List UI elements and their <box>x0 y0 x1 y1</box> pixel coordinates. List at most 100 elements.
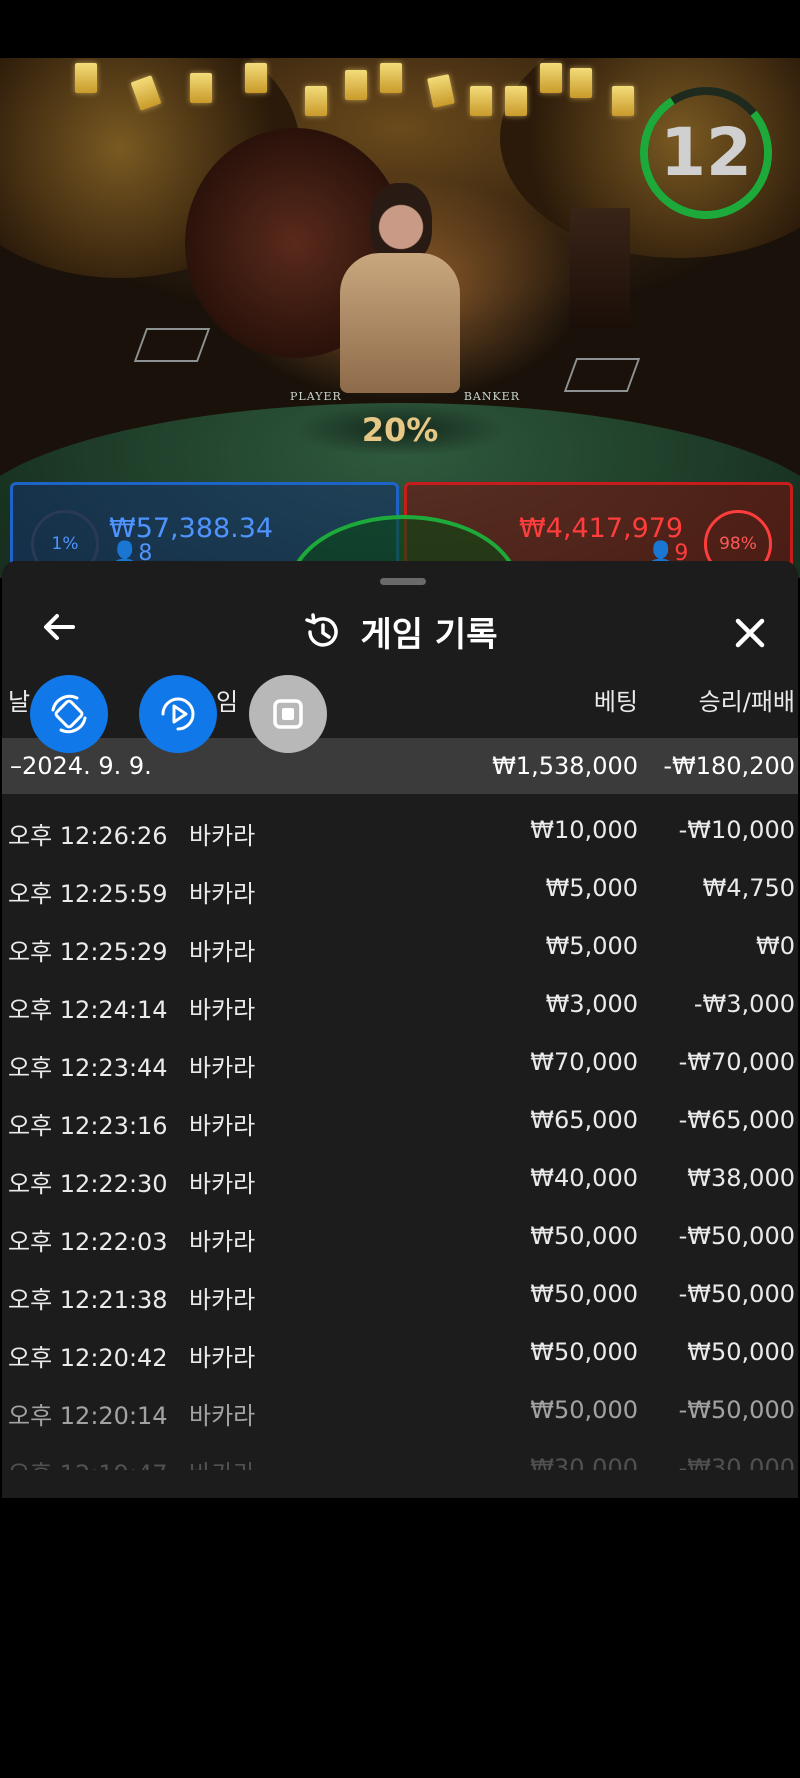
gold-card-decoration <box>380 63 402 93</box>
column-date[interactable]: 날 <box>8 682 30 717</box>
history-row[interactable]: 오후 12:25:29 바카라 ₩5,000 ₩0 <box>2 924 798 974</box>
gold-card-decoration <box>470 86 492 116</box>
row-time: 오후 12:19:47 <box>8 1454 168 1470</box>
banker-total-amount: ₩4,417,979 <box>519 513 684 544</box>
date-group-bet: ₩1,538,000 <box>492 752 638 780</box>
row-bet: ₩5,000 <box>545 874 638 902</box>
percent-banner: 20% <box>300 405 500 455</box>
row-bet: ₩50,000 <box>530 1338 638 1366</box>
row-bet: ₩50,000 <box>530 1222 638 1250</box>
row-time: 오후 12:20:14 <box>8 1402 168 1430</box>
gold-card-decoration <box>245 63 267 93</box>
row-time: 오후 12:20:42 <box>8 1344 168 1372</box>
table-labels: PLAYER BANKER <box>290 390 520 403</box>
row-time: 오후 12:26:26 <box>8 822 168 850</box>
date-group-winloss: -₩180,200 <box>663 752 795 780</box>
dealer-head <box>370 183 432 263</box>
row-game: 바카라 <box>189 1228 256 1256</box>
row-winloss: -₩10,000 <box>678 816 795 844</box>
row-bet: ₩40,000 <box>530 1164 638 1192</box>
sheet-drag-handle[interactable] <box>380 578 426 585</box>
row-bet: ₩50,000 <box>530 1396 638 1424</box>
row-winloss: -₩70,000 <box>678 1048 795 1076</box>
history-row[interactable]: 오후 12:23:16 바카라 ₩65,000 -₩65,000 <box>2 1098 798 1148</box>
history-row[interactable]: 오후 12:20:42 바카라 ₩50,000 ₩50,000 <box>2 1330 798 1380</box>
history-row[interactable]: 오후 12:24:14 바카라 ₩3,000 -₩3,000 <box>2 982 798 1032</box>
row-game: 바카라 <box>189 1286 256 1314</box>
row-winloss: -₩30,000 <box>678 1454 795 1470</box>
row-bet: ₩70,000 <box>530 1048 638 1076</box>
row-winloss: ₩38,000 <box>687 1164 795 1192</box>
gold-card-decoration <box>570 68 592 98</box>
dealer-body <box>340 253 460 393</box>
history-row[interactable]: 오후 12:25:59 바카라 ₩5,000 ₩4,750 <box>2 866 798 916</box>
game-history-sheet: 게임 기록 날 임 베팅 승리/패배 –2024. 9. 9. ₩1,538,0… <box>2 561 798 1498</box>
card-shoe-left <box>133 328 211 362</box>
player-total-amount: ₩57,388.34 <box>109 513 274 544</box>
row-time: 오후 12:22:30 <box>8 1170 168 1198</box>
date-group-row[interactable]: –2024. 9. 9. ₩1,538,000 -₩180,200 <box>2 738 798 794</box>
row-time: 오후 12:24:14 <box>8 996 168 1024</box>
row-time: 오후 12:23:44 <box>8 1054 168 1082</box>
history-row[interactable]: 오후 12:26:26 바카라 ₩10,000 -₩10,000 <box>2 808 798 858</box>
history-row[interactable]: 오후 12:21:38 바카라 ₩50,000 -₩50,000 <box>2 1272 798 1322</box>
column-game[interactable]: 임 <box>216 682 238 717</box>
row-time: 오후 12:25:29 <box>8 938 168 966</box>
row-winloss: -₩3,000 <box>693 990 795 1018</box>
row-winloss: -₩50,000 <box>678 1396 795 1424</box>
screen-record-icon <box>161 697 195 731</box>
row-time: 오후 12:23:16 <box>8 1112 168 1140</box>
sheet-title: 게임 기록 <box>360 615 498 655</box>
row-winloss: ₩50,000 <box>687 1338 795 1366</box>
history-row[interactable]: 오후 12:20:14 바카라 ₩50,000 -₩50,000 <box>2 1388 798 1438</box>
column-bet[interactable]: 베팅 <box>594 682 638 717</box>
row-bet: ₩5,000 <box>545 932 638 960</box>
column-winloss[interactable]: 승리/패배 <box>699 682 795 717</box>
row-time: 오후 12:25:59 <box>8 880 168 908</box>
screen-record-button[interactable] <box>139 675 217 753</box>
gold-card-decoration <box>505 86 527 116</box>
table-label-player: PLAYER <box>290 390 342 403</box>
row-game: 바카라 <box>189 996 256 1024</box>
row-bet: ₩65,000 <box>530 1106 638 1134</box>
history-row[interactable]: 오후 12:23:44 바카라 ₩70,000 -₩70,000 <box>2 1040 798 1090</box>
history-row[interactable]: 오후 12:19:47 바카라 ₩30,000 -₩30,000 <box>2 1446 798 1470</box>
gold-card-decoration <box>612 86 634 116</box>
row-time: 오후 12:21:38 <box>8 1286 168 1314</box>
row-winloss: ₩4,750 <box>702 874 795 902</box>
row-winloss: -₩50,000 <box>678 1280 795 1308</box>
gold-card-decoration <box>345 70 367 100</box>
close-icon[interactable] <box>722 605 778 661</box>
gold-card-decoration <box>305 86 327 116</box>
stop-record-button[interactable] <box>249 675 327 753</box>
table-header: 날 임 베팅 승리/패배 <box>2 674 798 720</box>
rotate-screen-icon <box>51 694 87 734</box>
row-winloss: ₩0 <box>756 932 795 960</box>
row-winloss: -₩50,000 <box>678 1222 795 1250</box>
row-game: 바카라 <box>189 880 256 908</box>
row-time: 오후 12:22:03 <box>8 1228 168 1256</box>
history-icon <box>304 612 338 647</box>
row-bet: ₩30,000 <box>530 1454 638 1470</box>
x-icon <box>735 618 765 648</box>
history-row[interactable]: 오후 12:22:30 바카라 ₩40,000 ₩38,000 <box>2 1156 798 1206</box>
rotate-screen-button[interactable] <box>30 675 108 753</box>
pagoda-background <box>570 208 630 328</box>
row-game: 바카라 <box>189 1344 256 1372</box>
row-bet: ₩3,000 <box>545 990 638 1018</box>
gold-card-decoration <box>75 63 97 93</box>
row-game: 바카라 <box>189 1054 256 1082</box>
row-game: 바카라 <box>189 1112 256 1140</box>
history-row[interactable]: 오후 12:22:03 바카라 ₩50,000 -₩50,000 <box>2 1214 798 1264</box>
row-game: 바카라 <box>189 938 256 966</box>
stop-record-icon <box>273 699 303 729</box>
card-shoe-right <box>563 358 641 392</box>
countdown-number: 12 <box>660 114 752 191</box>
gold-card-decoration <box>190 73 212 103</box>
row-winloss: -₩65,000 <box>678 1106 795 1134</box>
date-group-label: –2024. 9. 9. <box>10 752 152 780</box>
row-game: 바카라 <box>189 1170 256 1198</box>
row-game: 바카라 <box>189 1402 256 1430</box>
table-label-banker: BANKER <box>463 390 520 403</box>
gold-card-decoration <box>427 74 455 108</box>
